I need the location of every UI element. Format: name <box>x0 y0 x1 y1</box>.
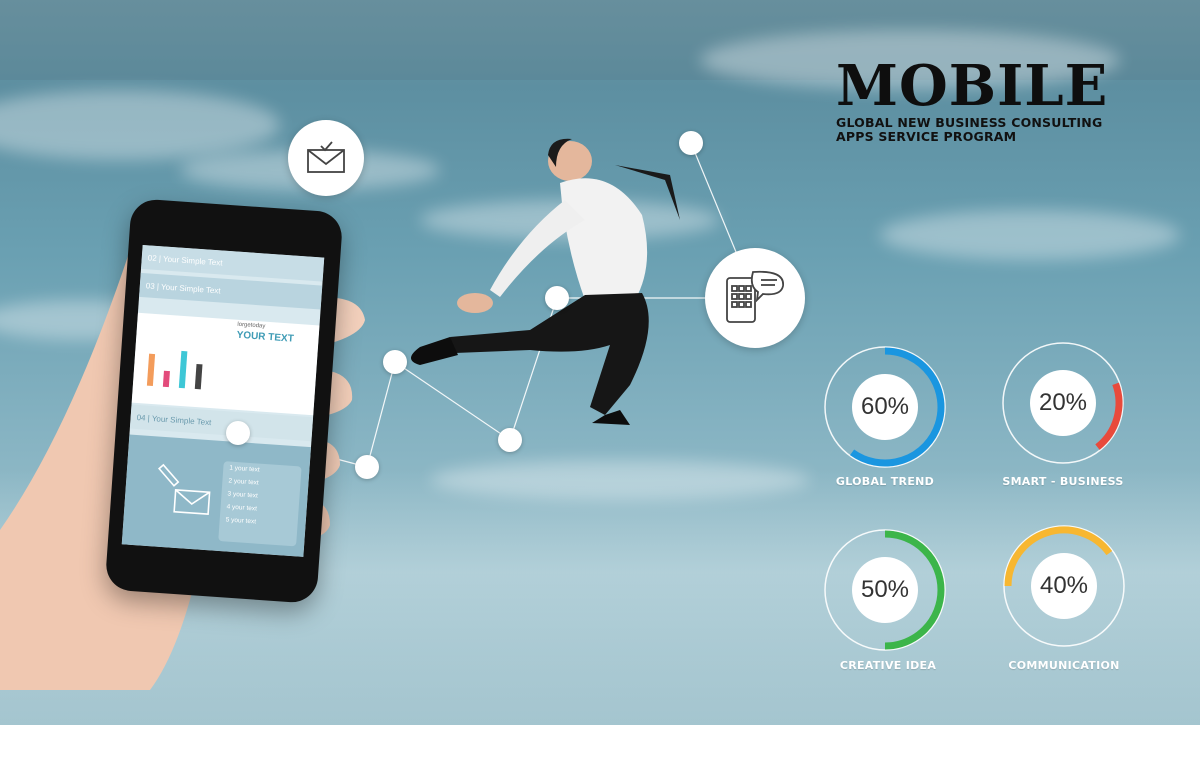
gauge-communication: 40% <box>999 521 1129 651</box>
gauge-smart-business: 20% <box>998 338 1128 468</box>
brand-block: MOBILE GLOBAL NEW BUSINESS CONSULTING AP… <box>836 56 1136 144</box>
envelope-check-icon <box>307 141 345 173</box>
phone-screen: 02 | Your Simple Text 03 | Your Simple T… <box>121 244 325 557</box>
gauge-center: 40% <box>1031 553 1097 619</box>
gauge-center: 20% <box>1030 370 1096 436</box>
brand-subtitle-1: GLOBAL NEW BUSINESS CONSULTING <box>836 115 1103 130</box>
gauge-value: 50% <box>860 576 910 603</box>
screen-bar <box>178 351 188 389</box>
gauge-center: 50% <box>852 557 918 623</box>
connector-node <box>545 286 569 310</box>
screen-bar <box>162 370 170 388</box>
gauge-label: COMMUNICATION <box>1008 659 1120 672</box>
screen-bar <box>194 363 203 390</box>
connector-node <box>355 455 379 479</box>
gauge-arc <box>1095 382 1123 450</box>
smartphone: 02 | Your Simple Text 03 | Your Simple T… <box>104 198 344 604</box>
pencil-envelope-icon <box>157 463 211 516</box>
gauge-creative-idea: 50% <box>820 525 950 655</box>
screen-bar-chart <box>146 340 220 391</box>
tablet-chat-bubble <box>705 248 805 348</box>
brand-subtitle-2: APPS SERVICE PROGRAM <box>836 129 1017 144</box>
gauge-value: 20% <box>1038 389 1088 416</box>
man-figure <box>411 138 680 425</box>
connector-node <box>226 421 250 445</box>
connector-node <box>498 428 522 452</box>
screen-list: 1 your text 2 your text 3 your text 4 yo… <box>218 461 302 547</box>
gauge-value: 40% <box>1039 572 1089 599</box>
gauge-label: GLOBAL TREND <box>835 475 935 488</box>
screen-chart-card <box>131 312 320 416</box>
connector-node <box>679 131 703 155</box>
screen-bar <box>146 353 156 387</box>
gauge-value: 60% <box>860 393 910 420</box>
mail-bubble <box>288 120 364 196</box>
connector-node <box>383 350 407 374</box>
tablet-chat-icon <box>726 270 784 323</box>
gauge-label: SMART - BUSINESS <box>1002 475 1124 488</box>
gauge-global-trend: 60% <box>820 342 950 472</box>
gauge-label: CREATIVE IDEA <box>839 659 937 672</box>
gauge-center: 60% <box>852 374 918 440</box>
brand-title: MOBILE <box>836 53 1109 119</box>
